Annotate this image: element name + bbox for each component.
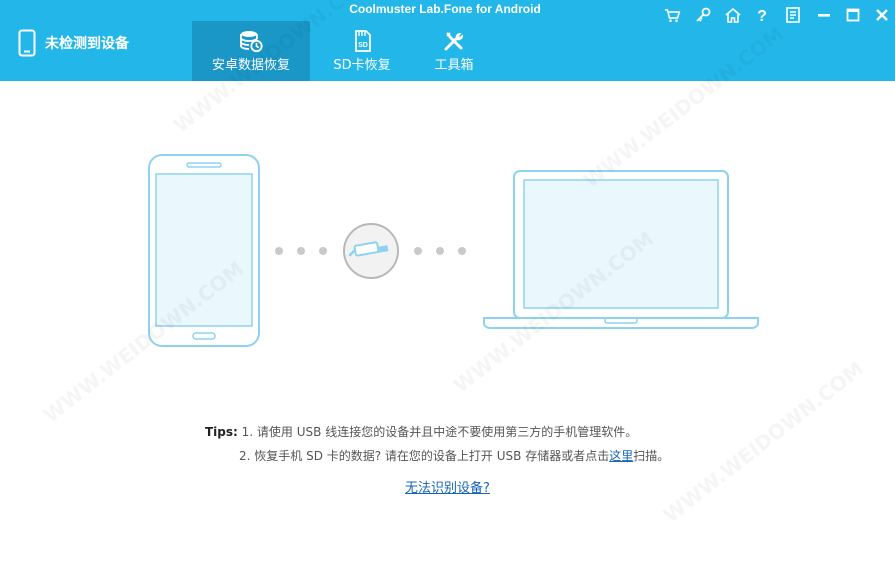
help-button[interactable]: ? xyxy=(753,6,771,24)
maximize-icon xyxy=(846,8,860,22)
tips-line-2-text: 2. 恢复手机 SD 卡的数据? 请在您的设备上打开 USB 存储器或者点击 xyxy=(239,449,610,463)
minimize-button[interactable] xyxy=(815,6,833,24)
device-status-label: 未检测到设备 xyxy=(45,36,129,52)
watermark: WWW.WEIDOWN.COM xyxy=(659,357,868,528)
tools-icon xyxy=(444,32,464,51)
watermark: WWW.WEIDOWN.COM xyxy=(39,257,248,428)
feedback-button[interactable] xyxy=(784,6,802,24)
tips-line-2-suffix: 扫描。 xyxy=(633,449,670,463)
home-icon xyxy=(725,7,741,23)
cart-button[interactable] xyxy=(663,6,681,24)
key-icon xyxy=(696,7,711,22)
svg-text:?: ? xyxy=(757,8,767,24)
tab-sd-card-recovery-label: SD卡恢复 xyxy=(333,58,391,73)
connection-dots xyxy=(275,247,466,255)
help-icon: ? xyxy=(757,8,767,24)
scan-here-link[interactable]: 这里 xyxy=(609,449,633,463)
tips-panel: Tips: 1. 请使用 USB 线连接您的设备并且中途不要使用第三方的手机管理… xyxy=(205,420,669,468)
laptop-illustration xyxy=(483,170,759,329)
maximize-button[interactable] xyxy=(844,6,862,24)
svg-text:SD: SD xyxy=(358,42,368,49)
device-status: 未检测到设备 xyxy=(18,28,129,58)
register-button[interactable] xyxy=(694,6,712,24)
sd-card-icon: SD xyxy=(355,30,371,52)
tab-android-data-recovery-label: 安卓数据恢复 xyxy=(211,58,290,73)
cart-icon xyxy=(665,9,681,23)
phone-icon xyxy=(18,29,36,57)
tab-sd-card-recovery[interactable]: SD SD卡恢复 xyxy=(320,21,404,81)
minimize-icon xyxy=(818,14,830,17)
data-recovery-icon xyxy=(240,31,263,53)
tab-toolbox-label: 工具箱 xyxy=(434,58,474,73)
phone-illustration xyxy=(148,154,260,347)
tips-line-1: Tips: 1. 请使用 USB 线连接您的设备并且中途不要使用第三方的手机管理… xyxy=(205,420,669,444)
close-button[interactable] xyxy=(873,6,891,24)
title-bar: Coolmuster Lab.Fone for Android 未检测到设备 安… xyxy=(0,0,895,81)
close-icon xyxy=(876,9,888,21)
home-button[interactable] xyxy=(724,6,742,24)
tips-line-1-text: 1. 请使用 USB 线连接您的设备并且中途不要使用第三方的手机管理软件。 xyxy=(241,425,638,439)
watermark: WWW.WEIDOWN.COM xyxy=(449,227,658,398)
feedback-icon xyxy=(786,7,800,23)
tips-label: Tips: xyxy=(205,425,238,439)
device-not-recognized-link[interactable]: 无法识别设备? xyxy=(0,477,895,496)
tab-android-data-recovery[interactable]: 安卓数据恢复 xyxy=(192,21,310,81)
usb-cable-icon xyxy=(343,223,399,279)
tips-line-2: 2. 恢复手机 SD 卡的数据? 请在您的设备上打开 USB 存储器或者点击这里… xyxy=(205,444,669,468)
tab-toolbox[interactable]: 工具箱 xyxy=(414,21,494,81)
